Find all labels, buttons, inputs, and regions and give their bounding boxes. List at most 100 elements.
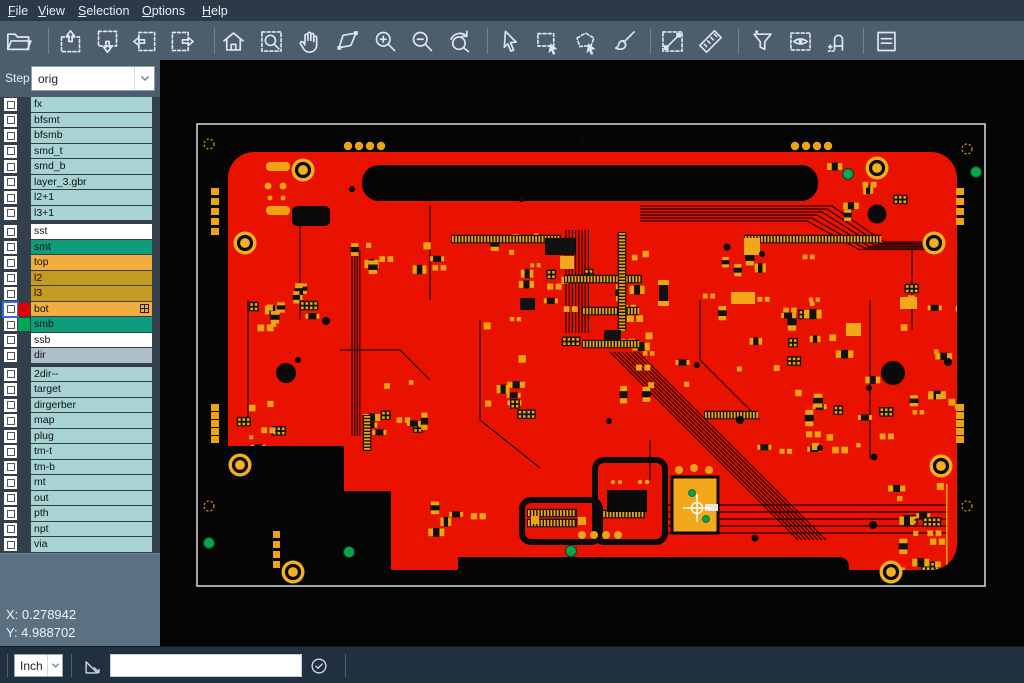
layer-label-bot[interactable]: bot <box>31 302 152 317</box>
layer-checkbox-smb[interactable] <box>4 318 17 331</box>
layer-row-bot: bot <box>0 302 160 318</box>
layer-label-via[interactable]: via <box>31 537 152 552</box>
zoom-reset-icon[interactable] <box>441 26 477 56</box>
zoom-in-icon[interactable] <box>367 26 403 56</box>
layer-checkbox-tm-t[interactable] <box>4 445 17 458</box>
layer-label-npt[interactable]: npt <box>31 522 152 537</box>
layer-label-tm-t[interactable]: tm-t <box>31 444 152 459</box>
layer-label-fx[interactable]: fx <box>31 97 152 112</box>
layer-label-mt[interactable]: mt <box>31 475 152 490</box>
zoom-out-icon[interactable] <box>404 26 440 56</box>
open-folder-icon[interactable] <box>0 26 36 56</box>
measure-line-icon[interactable] <box>654 26 690 56</box>
layer-row-top: top <box>0 255 160 271</box>
layer-label-l3[interactable]: l3 <box>31 286 152 301</box>
layer-label-bfsmt[interactable]: bfsmt <box>31 113 152 128</box>
layer-label-tm-b[interactable]: tm-b <box>31 460 152 475</box>
layer-label-out[interactable]: out <box>31 491 152 506</box>
layer-label-smd_t[interactable]: smd_t <box>31 144 152 159</box>
select-cursor-icon[interactable] <box>492 26 528 56</box>
layer-checkbox-l2[interactable] <box>4 272 17 285</box>
layer-color-swatch[interactable] <box>18 303 30 316</box>
layer-label-dirgerber[interactable]: dirgerber <box>31 398 152 413</box>
layer-label-pth[interactable]: pth <box>31 506 152 521</box>
highlight-eye-icon[interactable] <box>782 26 818 56</box>
unit-select[interactable]: Inch <box>14 654 63 677</box>
layer-color-swatch[interactable] <box>18 318 30 331</box>
step-select[interactable]: orig <box>31 66 155 91</box>
layer-label-smd_b[interactable]: smd_b <box>31 159 152 174</box>
layer-checkbox-l3+1[interactable] <box>4 207 17 220</box>
layer-checkbox-l3[interactable] <box>4 287 17 300</box>
layer-checkbox-dir[interactable] <box>4 349 17 362</box>
menu-item-view[interactable]: View <box>38 2 65 20</box>
layer-checkbox-target[interactable] <box>4 383 17 396</box>
layer-label-top[interactable]: top <box>31 255 152 270</box>
cursor-y-coordinate: Y: 4.988702 <box>6 625 75 640</box>
layer-label-l3+1[interactable]: l3+1 <box>31 206 152 221</box>
layer-row-target: target <box>0 382 160 398</box>
layer-label-layer_3.gbr[interactable]: layer_3.gbr <box>31 175 152 190</box>
select-brush-icon[interactable] <box>606 26 642 56</box>
layer-checkbox-mt[interactable] <box>4 476 17 489</box>
pan-hand-icon[interactable] <box>291 26 327 56</box>
menu-item-help[interactable]: Help <box>202 2 228 20</box>
layer-checkbox-bfsmb[interactable] <box>4 129 17 142</box>
layer-checkbox-bot[interactable] <box>4 303 17 316</box>
grid-icon[interactable] <box>140 304 149 317</box>
home-view-icon[interactable] <box>215 26 251 56</box>
layer-checkbox-2dir--[interactable] <box>4 368 17 381</box>
select-polygon-icon[interactable] <box>567 26 603 56</box>
layer-checkbox-out[interactable] <box>4 492 17 505</box>
layer-label-l2+1[interactable]: l2+1 <box>31 190 152 205</box>
pcb-canvas[interactable] <box>160 60 1024 646</box>
layer-checkbox-pth[interactable] <box>4 507 17 520</box>
layer-checkbox-smd_t[interactable] <box>4 145 17 158</box>
layer-label-dir[interactable]: dir <box>31 348 152 363</box>
layer-checkbox-map[interactable] <box>4 414 17 427</box>
import-left-icon[interactable] <box>126 26 162 56</box>
import-down-icon[interactable] <box>89 26 125 56</box>
select-rect-icon[interactable] <box>529 26 565 56</box>
layer-checkbox-bfsmt[interactable] <box>4 114 17 127</box>
layer-label-2dir--[interactable]: 2dir-- <box>31 367 152 382</box>
layer-label-bfsmb[interactable]: bfsmb <box>31 128 152 143</box>
layer-checkbox-fx[interactable] <box>4 98 17 111</box>
step-select-value: orig <box>32 72 134 86</box>
menu-item-file[interactable]: File <box>8 2 28 20</box>
measure-ruler-icon[interactable] <box>692 26 728 56</box>
layer-checkbox-layer_3.gbr[interactable] <box>4 176 17 189</box>
import-right-icon[interactable] <box>164 26 200 56</box>
layer-checkbox-smt[interactable] <box>4 241 17 254</box>
layer-checkbox-l2+1[interactable] <box>4 191 17 204</box>
layer-checkbox-via[interactable] <box>4 538 17 551</box>
layer-checkbox-dirgerber[interactable] <box>4 399 17 412</box>
layer-label-ssb[interactable]: ssb <box>31 333 152 348</box>
menu-item-options[interactable]: Options <box>142 2 185 20</box>
corner-angle-icon[interactable] <box>80 653 106 679</box>
layer-checkbox-tm-b[interactable] <box>4 461 17 474</box>
refresh-check-icon[interactable] <box>306 653 332 679</box>
layer-checkbox-top[interactable] <box>4 256 17 269</box>
layer-checkbox-plug[interactable] <box>4 430 17 443</box>
layer-label-l2[interactable]: l2 <box>31 271 152 286</box>
layer-checkbox-smd_b[interactable] <box>4 160 17 173</box>
layer-label-plug[interactable]: plug <box>31 429 152 444</box>
layer-label-map[interactable]: map <box>31 413 152 428</box>
command-input[interactable] <box>110 654 302 677</box>
import-up-icon[interactable] <box>52 26 88 56</box>
layer-checkbox-sst[interactable] <box>4 225 17 238</box>
menu-item-selection[interactable]: Selection <box>78 2 129 20</box>
snap-magnet-icon[interactable] <box>820 26 856 56</box>
zoom-polygon-icon[interactable] <box>329 26 365 56</box>
zoom-window-icon[interactable] <box>253 26 289 56</box>
report-list-icon[interactable] <box>868 26 904 56</box>
toolbar-separator <box>487 28 488 54</box>
layer-label-smb[interactable]: smb <box>31 317 152 332</box>
layer-checkbox-npt[interactable] <box>4 523 17 536</box>
layer-checkbox-ssb[interactable] <box>4 334 17 347</box>
filter-icon[interactable] <box>744 26 780 56</box>
layer-label-smt[interactable]: smt <box>31 240 152 255</box>
layer-label-target[interactable]: target <box>31 382 152 397</box>
layer-label-sst[interactable]: sst <box>31 224 152 239</box>
